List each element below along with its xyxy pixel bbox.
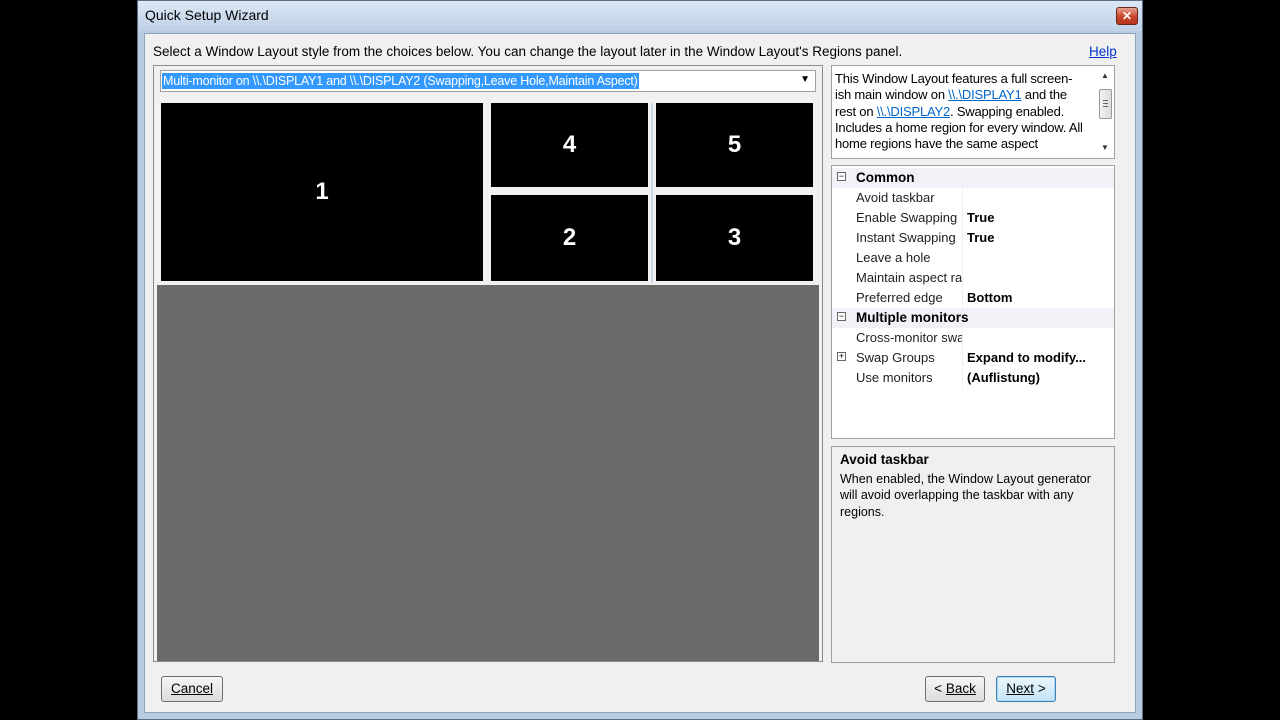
property-value[interactable]: True [967,230,1112,245]
expand-icon[interactable]: + [837,352,846,361]
back-label: Back [945,681,976,696]
property-name: Swap Groups [856,350,935,365]
property-row-avoid-taskbar[interactable]: Avoid taskbar [832,188,1114,208]
property-name: Leave a hole [856,250,931,265]
region-number: 5 [727,131,742,158]
property-row-leave-a-hole[interactable]: Leave a hole [832,248,1114,268]
region-4[interactable]: 4 [491,103,648,187]
property-row-preferred-edge[interactable]: Preferred edge Bottom [832,288,1114,308]
close-icon: ✕ [1121,9,1133,23]
window-title: Quick Setup Wizard [145,7,269,23]
region-1[interactable]: 1 [161,103,483,281]
unused-display-area [157,285,819,661]
region-number: 4 [562,131,577,158]
next-button[interactable]: Next > [996,676,1056,702]
help-link[interactable]: Help [1089,44,1117,59]
layout-style-dropdown[interactable]: Multi-monitor on \\.\DISPLAY1 and \\.\DI… [160,70,816,92]
property-name: Instant Swapping [856,230,956,245]
property-name: Use monitors [856,370,933,385]
region-number: 2 [562,224,577,251]
property-name: Cross-monitor swa [856,330,962,345]
display1-link[interactable]: \\.\DISPLAY1 [948,87,1021,102]
property-row-swap-groups[interactable]: + Swap Groups Expand to modify... [832,348,1114,368]
property-row-maintain-aspect[interactable]: Maintain aspect ra [832,268,1114,288]
property-name: Enable Swapping [856,210,958,225]
layout-style-selected: Multi-monitor on \\.\DISPLAY1 and \\.\DI… [161,72,640,90]
property-row-enable-swapping[interactable]: Enable Swapping True [832,208,1114,228]
display2-link[interactable]: \\.\DISPLAY2 [877,104,950,119]
property-help-text: When enabled, the Window Layout generato… [840,472,1091,519]
property-grid: − Common Avoid taskbar Enable Swapping T… [831,165,1115,439]
category-label: Multiple monitors [856,310,969,325]
category-label: Common [856,170,915,185]
instructions-text: Select a Window Layout style from the ch… [153,44,903,59]
property-row-instant-swapping[interactable]: Instant Swapping True [832,228,1114,248]
category-multiple-monitors[interactable]: − Multiple monitors [832,308,1114,328]
property-value[interactable]: Expand to modify... [967,350,1112,365]
scroll-up-icon[interactable]: ▲ [1097,69,1113,83]
layout-preview-panel: Multi-monitor on \\.\DISPLAY1 and \\.\DI… [153,65,823,662]
property-value[interactable]: (Auflistung) [967,370,1112,385]
collapse-icon[interactable]: − [837,172,846,181]
region-3[interactable]: 3 [656,195,813,281]
quick-setup-wizard-window: Quick Setup Wizard ✕ Select a Window Lay… [137,0,1143,720]
property-value[interactable]: Bottom [967,290,1112,305]
cancel-button[interactable]: Cancel [161,676,223,702]
property-name: Preferred edge [856,290,943,305]
title-bar[interactable]: Quick Setup Wizard ✕ [138,1,1142,31]
property-name: Avoid taskbar [856,190,935,205]
region-2[interactable]: 2 [491,195,648,281]
property-name: Maintain aspect ra [856,270,962,285]
property-value[interactable]: True [967,210,1112,225]
property-help-title: Avoid taskbar [840,452,929,467]
property-row-cross-monitor-swap[interactable]: Cross-monitor swa [832,328,1114,348]
region-5[interactable]: 5 [656,103,813,187]
next-label: Next [1006,681,1035,696]
scroll-thumb[interactable] [1099,89,1112,119]
property-help-box: Avoid taskbar When enabled, the Window L… [831,446,1115,663]
collapse-icon[interactable]: − [837,312,846,321]
chevron-down-icon[interactable]: ▼ [800,74,810,85]
scroll-down-icon[interactable]: ▼ [1097,141,1113,155]
property-row-use-monitors[interactable]: Use monitors (Auflistung) [832,368,1114,388]
monitor-divider [651,103,653,283]
layout-description: This Window Layout features a full scree… [835,71,1087,152]
next-arrow-icon: > [1034,681,1046,696]
region-number: 3 [727,224,742,251]
description-scrollbar[interactable]: ▲ ▼ [1097,67,1113,157]
cancel-label: Cancel [170,681,214,696]
wizard-client-area: Select a Window Layout style from the ch… [144,33,1136,713]
region-number: 1 [315,178,329,205]
layout-description-box[interactable]: This Window Layout features a full scree… [831,65,1115,159]
close-button[interactable]: ✕ [1116,7,1138,25]
back-button[interactable]: < Back [925,676,985,702]
category-common[interactable]: − Common [832,168,1114,188]
back-arrow-icon: < [934,681,946,696]
